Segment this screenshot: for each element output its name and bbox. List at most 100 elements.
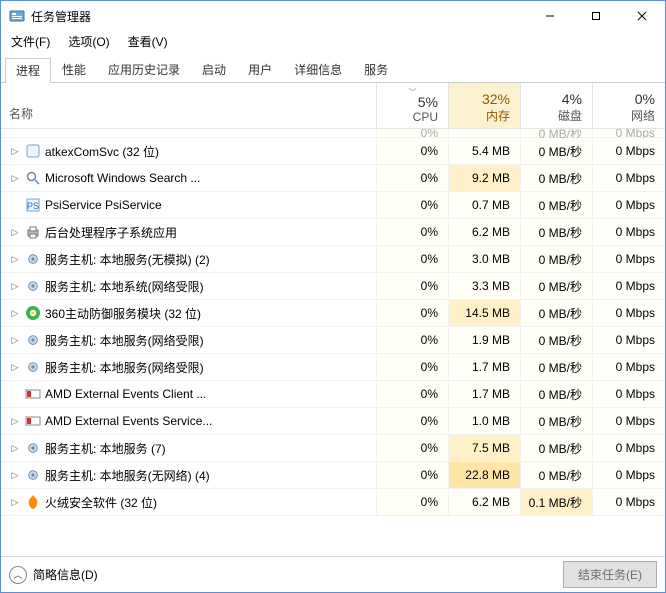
process-icon bbox=[25, 251, 41, 267]
expand-icon[interactable]: ▷ bbox=[9, 308, 21, 319]
table-row[interactable]: ▷后台处理程序子系统应用0%6.2 MB0 MB/秒0 Mbps bbox=[1, 219, 665, 246]
expand-icon[interactable]: ▷ bbox=[9, 227, 21, 238]
expand-icon[interactable]: ▷ bbox=[9, 281, 21, 292]
cell-name: ▷后台处理程序子系统应用 bbox=[1, 219, 377, 245]
cell-cpu: 0% bbox=[377, 129, 449, 137]
process-table: 名称 ﹀ 5% CPU 32% 内存 4% 磁盘 0% 网络 0%0 MB/秒0… bbox=[1, 83, 665, 556]
table-row[interactable]: ▷火绒安全软件 (32 位)0%6.2 MB0.1 MB/秒0 Mbps bbox=[1, 489, 665, 516]
cell-name: ▷ 服务主机: 本地服务(无网络) (4) bbox=[1, 462, 377, 488]
cell-cpu: 0% bbox=[377, 327, 449, 353]
cell-disk: 0 MB/秒 bbox=[521, 381, 593, 407]
svg-text:PS: PS bbox=[27, 201, 39, 211]
table-row[interactable]: ▷服务主机: 本地服务(网络受限)0%1.9 MB0 MB/秒0 Mbps bbox=[1, 327, 665, 354]
expand-icon[interactable]: ▷ bbox=[9, 335, 21, 346]
expand-icon[interactable]: ▷ bbox=[9, 416, 21, 427]
expand-icon[interactable]: ▷ bbox=[9, 173, 21, 184]
menubar: 文件(F) 选项(O) 查看(V) bbox=[1, 31, 665, 51]
window-title: 任务管理器 bbox=[31, 8, 91, 25]
cell-network: 0 Mbps bbox=[593, 327, 665, 353]
process-name-label: 服务主机: 本地服务(无网络) (4) bbox=[45, 467, 210, 484]
cell-network: 0 Mbps bbox=[593, 246, 665, 272]
process-icon bbox=[25, 224, 41, 240]
process-icon bbox=[25, 143, 41, 159]
fewer-details-label: 简略信息(D) bbox=[33, 566, 98, 583]
process-icon: PS bbox=[25, 197, 41, 213]
fewer-details-button[interactable]: ︿ 简略信息(D) bbox=[9, 566, 98, 584]
table-row[interactable]: ▷360主动防御服务模块 (32 位)0%14.5 MB0 MB/秒0 Mbps bbox=[1, 300, 665, 327]
cell-cpu: 0% bbox=[377, 192, 449, 218]
cell-cpu: 0% bbox=[377, 246, 449, 272]
tab-processes[interactable]: 进程 bbox=[5, 58, 51, 83]
maximize-button[interactable] bbox=[573, 1, 619, 31]
process-icon bbox=[25, 359, 41, 375]
cell-memory: 3.0 MB bbox=[449, 246, 521, 272]
end-task-button[interactable]: 结束任务(E) bbox=[563, 561, 657, 588]
col-header-cpu[interactable]: ﹀ 5% CPU bbox=[377, 83, 449, 128]
expand-icon[interactable]: ▷ bbox=[9, 497, 21, 508]
expand-icon[interactable]: ▷ bbox=[9, 254, 21, 265]
process-icon bbox=[25, 305, 41, 321]
tab-history[interactable]: 应用历史记录 bbox=[97, 57, 191, 82]
minimize-button[interactable] bbox=[527, 1, 573, 31]
process-name-label: 服务主机: 本地系统(网络受限) bbox=[45, 278, 204, 295]
process-name-label: 火绒安全软件 (32 位) bbox=[45, 494, 157, 511]
cell-disk: 0 MB/秒 bbox=[521, 435, 593, 461]
tab-users[interactable]: 用户 bbox=[237, 57, 283, 82]
table-row[interactable]: ▷服务主机: 本地服务(无网络) (4)0%22.8 MB0 MB/秒0 Mbp… bbox=[1, 462, 665, 489]
col-header-network[interactable]: 0% 网络 bbox=[593, 83, 665, 128]
cell-disk: 0.1 MB/秒 bbox=[521, 489, 593, 515]
table-row[interactable]: ▷Microsoft Windows Search ...0%9.2 MB0 M… bbox=[1, 165, 665, 192]
table-row[interactable]: ▷服务主机: 本地服务 (7)0%7.5 MB0 MB/秒0 Mbps bbox=[1, 435, 665, 462]
process-icon bbox=[25, 170, 41, 186]
cell-name: ▷atkexComSvc (32 位) bbox=[1, 138, 377, 164]
tab-performance[interactable]: 性能 bbox=[51, 57, 97, 82]
cell-memory: 14.5 MB bbox=[449, 300, 521, 326]
process-icon bbox=[25, 332, 41, 348]
cell-network: 0 Mbps bbox=[593, 165, 665, 191]
col-header-disk[interactable]: 4% 磁盘 bbox=[521, 83, 593, 128]
table-row[interactable]: ▷atkexComSvc (32 位)0%5.4 MB0 MB/秒0 Mbps bbox=[1, 138, 665, 165]
cell-network: 0 Mbps bbox=[593, 354, 665, 380]
menu-file[interactable]: 文件(F) bbox=[7, 32, 54, 51]
cell-disk: 0 MB/秒 bbox=[521, 165, 593, 191]
cell-disk: 0 MB/秒 bbox=[521, 138, 593, 164]
cell-network: 0 Mbps bbox=[593, 219, 665, 245]
expand-icon[interactable]: ▷ bbox=[9, 470, 21, 481]
col-header-name[interactable]: 名称 bbox=[1, 83, 377, 128]
cell-name: ▷ 360主动防御服务模块 (32 位) bbox=[1, 300, 377, 326]
tab-services[interactable]: 服务 bbox=[353, 57, 399, 82]
cell-memory bbox=[449, 129, 521, 137]
cell-name: AMD External Events Client ... bbox=[1, 381, 377, 407]
table-row[interactable]: PSPsiService PsiService0%0.7 MB0 MB/秒0 M… bbox=[1, 192, 665, 219]
tabstrip: 进程 性能 应用历史记录 启动 用户 详细信息 服务 bbox=[1, 51, 665, 83]
table-row[interactable]: AMD External Events Client ...0%1.7 MB0 … bbox=[1, 381, 665, 408]
tab-startup[interactable]: 启动 bbox=[191, 57, 237, 82]
process-name-label: 360主动防御服务模块 (32 位) bbox=[45, 305, 201, 322]
cell-disk: 0 MB/秒 bbox=[521, 129, 593, 137]
cell-memory: 5.4 MB bbox=[449, 138, 521, 164]
table-row[interactable]: ▷服务主机: 本地系统(网络受限)0%3.3 MB0 MB/秒0 Mbps bbox=[1, 273, 665, 300]
close-button[interactable] bbox=[619, 1, 665, 31]
table-header: 名称 ﹀ 5% CPU 32% 内存 4% 磁盘 0% 网络 bbox=[1, 83, 665, 129]
app-icon bbox=[9, 8, 25, 24]
tab-details[interactable]: 详细信息 bbox=[283, 57, 353, 82]
menu-options[interactable]: 选项(O) bbox=[64, 32, 113, 51]
cell-name bbox=[1, 129, 377, 137]
menu-view[interactable]: 查看(V) bbox=[124, 32, 172, 51]
cell-memory: 0.7 MB bbox=[449, 192, 521, 218]
col-header-memory[interactable]: 32% 内存 bbox=[449, 83, 521, 128]
cell-memory: 3.3 MB bbox=[449, 273, 521, 299]
cell-disk: 0 MB/秒 bbox=[521, 273, 593, 299]
table-row[interactable]: ▷AMD External Events Service...0%1.0 MB0… bbox=[1, 408, 665, 435]
cell-network: 0 Mbps bbox=[593, 273, 665, 299]
cell-name: ▷服务主机: 本地服务(网络受限) bbox=[1, 354, 377, 380]
expand-icon[interactable]: ▷ bbox=[9, 362, 21, 373]
process-icon bbox=[25, 467, 41, 483]
titlebar[interactable]: 任务管理器 bbox=[1, 1, 665, 31]
table-row[interactable]: 0%0 MB/秒0 Mbps bbox=[1, 129, 665, 138]
table-row[interactable]: ▷服务主机: 本地服务(无模拟) (2)0%3.0 MB0 MB/秒0 Mbps bbox=[1, 246, 665, 273]
expand-icon[interactable]: ▷ bbox=[9, 443, 21, 454]
table-row[interactable]: ▷服务主机: 本地服务(网络受限)0%1.7 MB0 MB/秒0 Mbps bbox=[1, 354, 665, 381]
task-manager-window: 任务管理器 文件(F) 选项(O) 查看(V) 进程 性能 应用历史记录 启动 … bbox=[0, 0, 666, 593]
expand-icon[interactable]: ▷ bbox=[9, 146, 21, 157]
